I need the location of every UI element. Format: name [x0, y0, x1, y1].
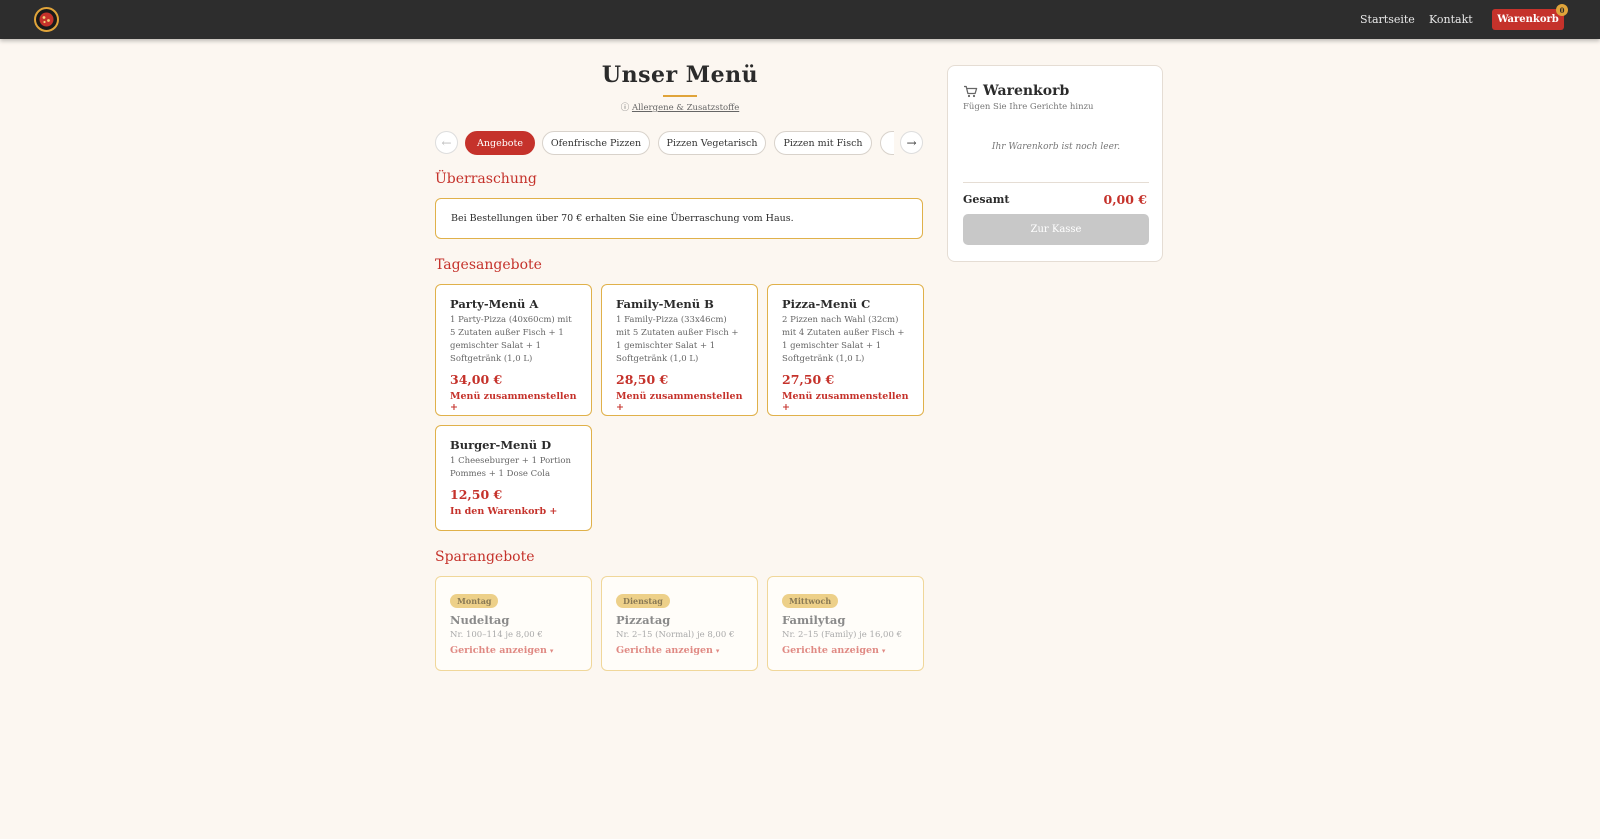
savings-card: Dienstag Pizzatag Nr. 2–15 (Normal) je 8…	[601, 576, 758, 671]
checkout-button[interactable]: Zur Kasse	[963, 214, 1149, 245]
offer-price: 28,50 €	[616, 372, 669, 387]
savings-title: Nudeltag	[450, 613, 510, 627]
surprise-banner: Bei Bestellungen über 70 € erhalten Sie …	[435, 198, 923, 239]
savings-description: Nr. 2–15 (Normal) je 8,00 €	[616, 630, 735, 640]
savings-title: Familytag	[782, 613, 846, 627]
tab-angebote[interactable]: Angebote	[465, 131, 535, 155]
offer-description: 1 Party-Pizza (40x60cm) mit 5 Zutaten au…	[450, 315, 572, 364]
top-nav-bar: Startseite Kontakt Warenkorb 0	[0, 0, 1600, 39]
show-dishes-link[interactable]: Gerichte anzeigen ▾	[616, 645, 743, 656]
show-dishes-label: Gerichte anzeigen	[450, 645, 547, 656]
show-dishes-link[interactable]: Gerichte anzeigen ▾	[450, 645, 577, 656]
category-prev-button[interactable]: ←	[435, 131, 458, 154]
cart-panel-subtitle: Fügen Sie Ihre Gerichte hinzu	[963, 102, 1094, 112]
savings-description: Nr. 2–15 (Family) je 16,00 €	[782, 630, 902, 640]
offer-description: 1 Family-Pizza (33x46cm) mit 5 Zutaten a…	[616, 315, 739, 364]
info-icon: ⓘ	[620, 103, 630, 113]
offer-title: Pizza-Menü C	[782, 297, 871, 311]
section-title-sparangebote: Sparangebote	[435, 549, 535, 565]
chevron-down-icon: ▾	[549, 646, 554, 655]
tab-ofenfrische-pizzen[interactable]: Ofenfrische Pizzen	[542, 131, 650, 155]
savings-card: Mittwoch Familytag Nr. 2–15 (Family) je …	[767, 576, 924, 671]
compose-menu-link[interactable]: Menü zusammenstellen +	[450, 391, 577, 413]
allergens-label: Allergene & Zusatzstoffe	[631, 103, 740, 113]
tab-pizzen-mit-fisch[interactable]: Pizzen mit Fisch	[774, 131, 872, 155]
cart-panel: Warenkorb Fügen Sie Ihre Gerichte hinzu …	[947, 65, 1163, 262]
cart-button[interactable]: Warenkorb	[1492, 9, 1564, 30]
day-badge: Montag	[450, 594, 499, 608]
tab-pizzen-vegetarisch[interactable]: Pizzen Vegetarisch	[658, 131, 766, 155]
cart-empty-message: Ihr Warenkorb ist noch leer.	[991, 142, 1121, 152]
offer-price: 27,50 €	[782, 372, 835, 387]
savings-title: Pizzatag	[616, 613, 671, 627]
logo[interactable]	[34, 7, 59, 32]
cart-panel-title: Warenkorb	[963, 83, 1069, 99]
allergens-link[interactable]: ⓘ Allergene & Zusatzstoffe	[480, 101, 880, 113]
savings-card: Montag Nudeltag Nr. 100–114 je 8,00 € Ge…	[435, 576, 592, 671]
arrow-right-icon: →	[906, 135, 917, 150]
offer-description: 2 Pizzen nach Wahl (32cm) mit 4 Zutaten …	[782, 315, 905, 364]
chevron-down-icon: ▾	[881, 646, 886, 655]
arrow-left-icon: ←	[441, 135, 452, 150]
chevron-down-icon: ▾	[715, 646, 720, 655]
compose-menu-link[interactable]: Menü zusammenstellen +	[616, 391, 743, 413]
nav-home-link[interactable]: Startseite	[1360, 13, 1415, 26]
cart-panel-title-text: Warenkorb	[983, 83, 1070, 99]
day-badge: Mittwoch	[782, 594, 839, 608]
category-next-button[interactable]: →	[900, 131, 923, 154]
savings-description: Nr. 100–114 je 8,00 €	[450, 630, 543, 640]
cart-count-badge: 0	[1556, 4, 1568, 16]
offer-card: Family-Menü B 1 Family-Pizza (33x46cm) m…	[601, 284, 758, 416]
show-dishes-label: Gerichte anzeigen	[616, 645, 713, 656]
divider	[963, 182, 1149, 183]
offer-title: Party-Menü A	[450, 297, 539, 311]
nav-contact-link[interactable]: Kontakt	[1429, 13, 1473, 26]
shopping-cart-icon	[963, 85, 978, 98]
title-underline	[663, 95, 697, 97]
tab-next-partial[interactable]	[880, 131, 894, 155]
offer-price: 12,50 €	[450, 487, 503, 502]
offer-description: 1 Cheeseburger + 1 Portion Pommes + 1 Do…	[450, 456, 571, 479]
total-value: 0,00 €	[1103, 192, 1148, 207]
offer-title: Family-Menü B	[616, 297, 714, 311]
offer-card: Burger-Menü D 1 Cheeseburger + 1 Portion…	[435, 425, 592, 531]
section-title-ueberraschung: Überraschung	[435, 171, 537, 187]
day-badge: Dienstag	[616, 594, 670, 608]
total-label: Gesamt	[963, 193, 1010, 206]
offer-card: Party-Menü A 1 Party-Pizza (40x60cm) mit…	[435, 284, 592, 416]
compose-menu-link[interactable]: Menü zusammenstellen +	[782, 391, 909, 413]
pizza-logo-icon	[39, 12, 54, 27]
show-dishes-label: Gerichte anzeigen	[782, 645, 879, 656]
add-to-cart-link[interactable]: In den Warenkorb +	[450, 506, 577, 517]
show-dishes-link[interactable]: Gerichte anzeigen ▾	[782, 645, 909, 656]
offer-price: 34,00 €	[450, 372, 503, 387]
offer-card: Pizza-Menü C 2 Pizzen nach Wahl (32cm) m…	[767, 284, 924, 416]
page-title: Unser Menü	[601, 62, 759, 88]
section-title-tagesangebote: Tagesangebote	[435, 257, 542, 273]
offer-title: Burger-Menü D	[450, 438, 552, 452]
